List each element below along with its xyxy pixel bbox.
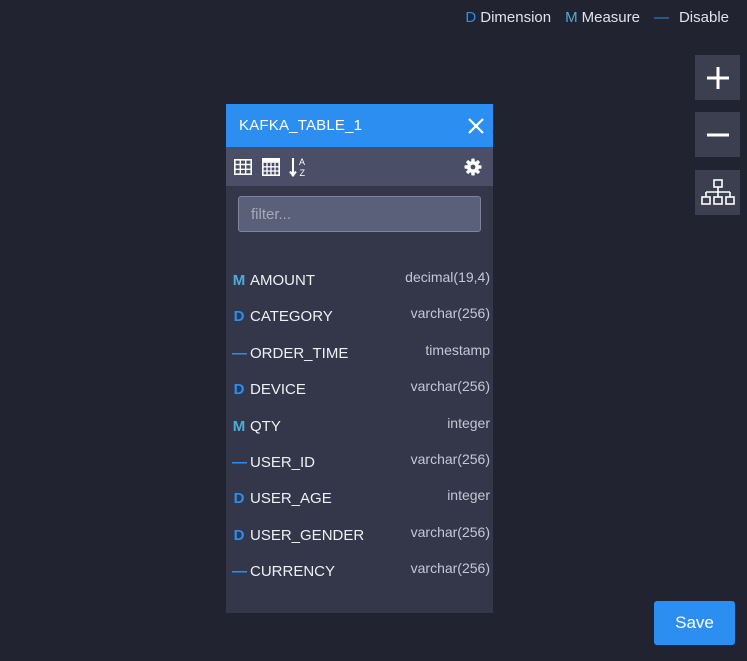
legend-disable: — Disable bbox=[654, 9, 729, 26]
dimension-toggle[interactable]: D bbox=[232, 527, 246, 544]
column-type: varchar(256) bbox=[410, 378, 490, 395]
disable-label: Disable bbox=[678, 9, 729, 26]
dimension-label: Dimension bbox=[480, 9, 552, 26]
column-type: varchar(256) bbox=[410, 305, 490, 322]
measure-toggle[interactable]: M bbox=[232, 418, 246, 435]
table-card[interactable]: KAFKA_TABLE_1 A Z filter... M AMOUNT dec… bbox=[226, 104, 493, 613]
hierarchy-icon bbox=[700, 178, 735, 205]
column-name: USER_GENDER bbox=[250, 526, 365, 544]
column-row[interactable]: — CURRENCY varchar(256) bbox=[226, 558, 493, 594]
filter-wrap bbox=[226, 186, 493, 232]
column-type: varchar(256) bbox=[410, 560, 490, 577]
column-name: ORDER_TIME bbox=[250, 344, 349, 362]
dimension-toggle[interactable]: D bbox=[232, 308, 246, 325]
column-name: USER_ID bbox=[250, 453, 316, 471]
zoom-in-button[interactable] bbox=[695, 55, 740, 100]
dimension-toggle[interactable]: D bbox=[232, 381, 246, 398]
column-type: integer bbox=[447, 487, 490, 504]
gear-icon bbox=[464, 158, 482, 175]
svg-text:Z: Z bbox=[300, 168, 306, 178]
column-type: decimal(19,4) bbox=[405, 269, 490, 285]
column-name: CATEGORY bbox=[250, 308, 333, 326]
disable-mark: — bbox=[653, 9, 669, 26]
column-row[interactable]: M QTY integer bbox=[226, 413, 493, 449]
table-settings-button[interactable] bbox=[463, 157, 483, 177]
column-type: varchar(256) bbox=[410, 523, 490, 540]
legend-dimension: D Dimension bbox=[465, 9, 551, 26]
column-filter-input[interactable] bbox=[238, 196, 481, 232]
column-row[interactable]: — ORDER_TIME timestamp bbox=[226, 340, 493, 376]
column-row[interactable]: D USER_AGE integer bbox=[226, 485, 493, 521]
column-row[interactable]: D CATEGORY varchar(256) bbox=[226, 303, 493, 339]
column-type: varchar(256) bbox=[410, 450, 490, 467]
save-button[interactable]: Save bbox=[654, 601, 735, 645]
calculator-button[interactable] bbox=[261, 157, 281, 177]
measure-toggle[interactable]: M bbox=[232, 272, 246, 289]
column-list: M AMOUNT decimal(19,4) D CATEGORY varchar(256… bbox=[226, 267, 493, 595]
table-icon bbox=[234, 158, 252, 175]
column-type: timestamp bbox=[425, 341, 490, 358]
disabled-toggle[interactable]: — bbox=[232, 345, 247, 362]
zoom-out-button[interactable] bbox=[695, 112, 740, 157]
column-row[interactable]: D USER_GENDER varchar(256) bbox=[226, 522, 493, 558]
dimension-toggle[interactable]: D bbox=[232, 490, 246, 507]
column-row[interactable]: D DEVICE varchar(256) bbox=[226, 376, 493, 412]
sort-az-icon: A Z bbox=[289, 157, 306, 178]
table-title: KAFKA_TABLE_1 bbox=[239, 117, 363, 134]
column-row[interactable]: — USER_ID varchar(256) bbox=[226, 449, 493, 485]
column-name: CURRENCY bbox=[250, 563, 336, 581]
dimension-mark: D bbox=[465, 9, 477, 26]
column-name: AMOUNT bbox=[250, 272, 315, 289]
minus-icon bbox=[706, 133, 729, 136]
calculator-icon bbox=[262, 157, 280, 176]
svg-text:A: A bbox=[299, 157, 305, 167]
table-toolbar: A Z bbox=[226, 147, 493, 186]
measure-mark: M bbox=[565, 9, 578, 26]
legend-measure: M Measure bbox=[565, 9, 640, 26]
table-view-button[interactable] bbox=[233, 157, 253, 177]
column-name: USER_AGE bbox=[250, 490, 332, 508]
close-table-button[interactable] bbox=[464, 114, 488, 138]
table-card-header[interactable]: KAFKA_TABLE_1 bbox=[226, 104, 493, 147]
measure-label: Measure bbox=[581, 9, 640, 26]
column-row[interactable]: M AMOUNT decimal(19,4) bbox=[226, 267, 493, 303]
auto-layout-button[interactable] bbox=[695, 170, 740, 215]
disabled-toggle[interactable]: — bbox=[232, 454, 247, 471]
legend: D Dimension M Measure — Disable bbox=[465, 9, 729, 26]
plus-icon bbox=[706, 66, 729, 89]
column-name: QTY bbox=[250, 417, 281, 435]
disabled-toggle[interactable]: — bbox=[232, 563, 247, 580]
model-canvas: D Dimension M Measure — Disable KAFKA_TA… bbox=[0, 0, 747, 661]
column-name: DEVICE bbox=[250, 381, 306, 399]
column-type: integer bbox=[447, 414, 490, 431]
close-icon bbox=[468, 117, 484, 134]
sort-az-button[interactable]: A Z bbox=[289, 157, 309, 178]
